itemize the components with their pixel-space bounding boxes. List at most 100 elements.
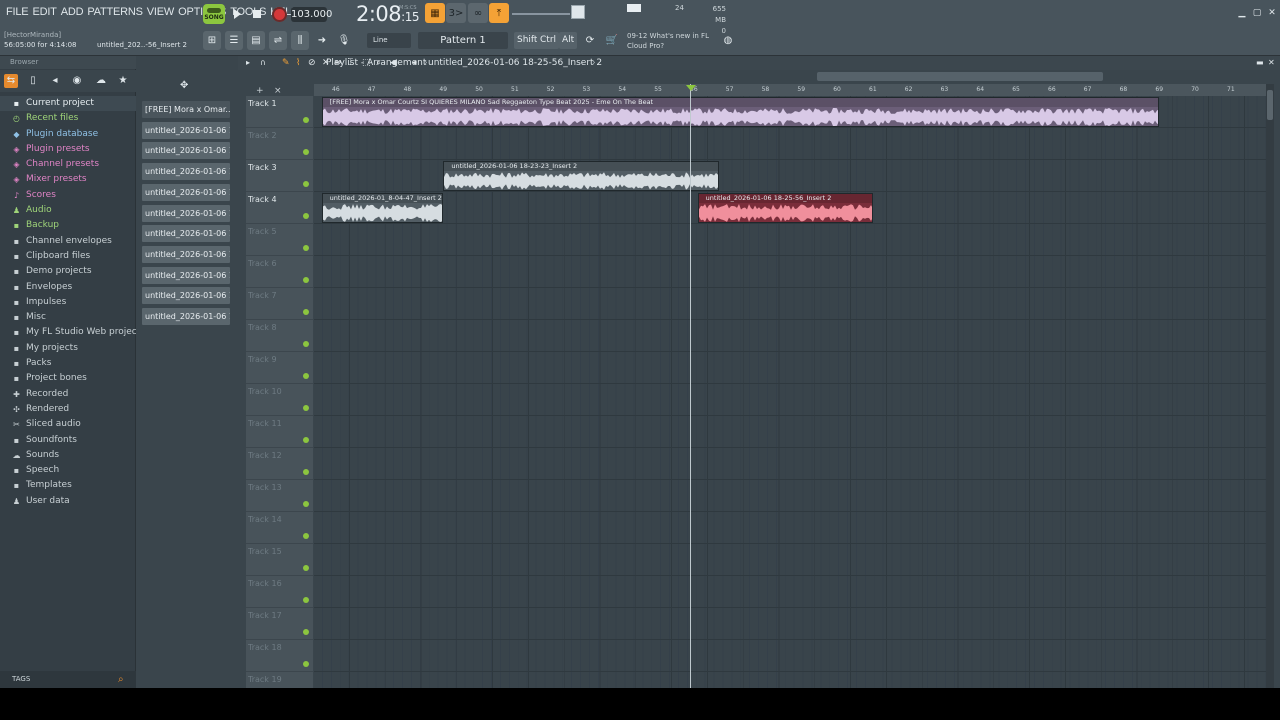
track-header[interactable]: Track 11 [246, 416, 313, 448]
track-mute-dot[interactable] [303, 597, 309, 603]
browser-item-my-projects[interactable]: ▪ My projects [0, 341, 136, 356]
track-header[interactable]: Track 2 [246, 128, 313, 160]
picker-clip-item[interactable]: untitled_2026-01-06 18-.. [142, 225, 230, 243]
browser-item-mixer-presets[interactable]: ◈ Mixer presets [0, 172, 136, 187]
track-mute-dot[interactable] [303, 277, 309, 283]
menu-view[interactable]: VIEW [145, 6, 176, 18]
browser-item-plugin-presets[interactable]: ◈ Plugin presets [0, 142, 136, 157]
picker-clip-item[interactable]: untitled_2026-01-06 17-.. [142, 121, 230, 139]
track-header[interactable]: Track 7 [246, 288, 313, 320]
pl-close-icon[interactable]: ✕ [1268, 56, 1275, 70]
browser-item-speech[interactable]: ▪ Speech [0, 463, 136, 478]
track-header[interactable]: Track 17 [246, 608, 313, 640]
menu-edit[interactable]: EDIT [30, 6, 58, 18]
master-volume-slider[interactable] [571, 5, 585, 19]
menu-file[interactable]: FILE [4, 6, 30, 18]
globe-icon[interactable]: ◍ [719, 31, 737, 50]
cart-icon[interactable]: 🛒 [603, 31, 621, 50]
browser-item-templates[interactable]: ▪ Templates [0, 478, 136, 493]
alt-key-button[interactable]: Alt [559, 32, 578, 49]
track-mute-dot[interactable] [303, 565, 309, 571]
song-mode-toggle[interactable]: SONG [203, 4, 225, 24]
track-header[interactable]: Track 1 [246, 96, 313, 128]
track-mute-dot[interactable] [303, 117, 309, 123]
track-header[interactable]: Track 18 [246, 640, 313, 672]
browser-item-my-fl-studio-web-projects[interactable]: ▪ My FL Studio Web projects [0, 325, 145, 340]
search-icon[interactable]: ⌕ [118, 671, 124, 688]
track-header[interactable]: Track 10 [246, 384, 313, 416]
pattern-select[interactable]: Pattern 1 [418, 32, 508, 49]
audio-clip[interactable]: untitled_2026-01-06 18-23-23_Insert 2 [443, 161, 720, 191]
picker-clip-item[interactable]: untitled_2026-01-06 18-.. [142, 245, 230, 263]
browser-item-current-project[interactable]: ▪ Current project [0, 96, 136, 112]
record-button[interactable] [270, 5, 288, 23]
browser-item-channel-envelopes[interactable]: ▪ Channel envelopes [0, 234, 136, 249]
audio-clip[interactable]: untitled_2026-01-06 18-25-56_Insert 2 [697, 193, 873, 223]
track-header[interactable]: Track 16 [246, 576, 313, 608]
track-mute-dot[interactable] [303, 309, 309, 315]
browser-item-sliced-audio[interactable]: ✂ Sliced audio [0, 417, 136, 432]
file-icon[interactable]: ▯ [26, 74, 40, 88]
track-mute-dot[interactable] [303, 181, 309, 187]
ctrl-key-button[interactable]: Ctrl [537, 32, 560, 49]
arrow-right-icon[interactable]: ➜ [313, 31, 331, 50]
picker-clip-item[interactable]: untitled_2026-01-06 18-.. [142, 183, 230, 201]
delete-icon[interactable]: ⊘ [308, 56, 316, 70]
browser-item-envelopes[interactable]: ▪ Envelopes [0, 280, 136, 295]
track-mute-dot[interactable] [303, 245, 309, 251]
browser-item-recorded[interactable]: ✚ Recorded [0, 387, 136, 402]
track-header[interactable]: Track 13 [246, 480, 313, 512]
picker-clip-item[interactable]: untitled_2026-01-06 18-.. [142, 266, 230, 284]
track-header[interactable]: Track 12 [246, 448, 313, 480]
minimize-icon[interactable]: ▁ [1237, 8, 1247, 18]
browser-item-rendered[interactable]: ✣ Rendered [0, 402, 136, 417]
piano-roll-icon[interactable]: ☰ [225, 31, 243, 50]
horizontal-scrollbar[interactable] [817, 72, 1103, 81]
vertical-scrollbar[interactable] [1266, 84, 1274, 688]
track-header[interactable]: Track 14 [246, 512, 313, 544]
timeline-ruler[interactable]: 46 47 48 49 50 51 52 53 54 55 56 57 58 59 60 61 62 63 64 65… [314, 84, 1266, 96]
back-icon[interactable]: ◂ [48, 74, 62, 88]
play-small-icon[interactable]: ▸ [246, 56, 250, 70]
pencil-icon[interactable]: ✎ [282, 56, 290, 70]
tempo-display[interactable]: 103.000 [291, 7, 332, 22]
browser-item-user-data[interactable]: ♟ User data [0, 494, 136, 509]
arrangement-grid[interactable]: [FREE] Mora x Omar Courtz SI QUIERES MIL… [314, 96, 1266, 688]
track-header[interactable]: Track 8 [246, 320, 313, 352]
pl-minimize-icon[interactable]: ▬ [1256, 56, 1264, 70]
step-seq-icon[interactable]: ⇌ [269, 31, 287, 50]
channel-rack-icon[interactable]: ⊞ [203, 31, 221, 50]
track-header[interactable]: Track 9 [246, 352, 313, 384]
picker-clip-item[interactable]: untitled_2026-01-06 18-.. [142, 204, 230, 222]
browser-item-plugin-database[interactable]: ◆ Plugin database [0, 127, 136, 142]
track-header[interactable]: Track 15 [246, 544, 313, 576]
track-header[interactable]: Track 4 [246, 192, 313, 224]
browser-item-impulses[interactable]: ▪ Impulses [0, 295, 136, 310]
track-mute-dot[interactable] [303, 533, 309, 539]
browser-item-misc[interactable]: ▪ Misc [0, 310, 136, 325]
picker-clip-item[interactable]: untitled_2026-01-06 17-.. [142, 142, 230, 160]
wait-input-icon[interactable]: ∞ [468, 3, 488, 23]
track-mute-dot[interactable] [303, 149, 309, 155]
track-mute-dot[interactable] [303, 501, 309, 507]
audio-clip[interactable]: [FREE] Mora x Omar Courtz SI QUIERES MIL… [321, 97, 1160, 127]
browser-item-recent-files[interactable]: ◴ Recent files [0, 111, 136, 126]
track-mute-dot[interactable] [303, 405, 309, 411]
mixer-icon[interactable]: ⫼ [291, 31, 309, 50]
refresh-icon[interactable]: ⟳ [581, 31, 599, 50]
cloud-icon[interactable]: ☁ [94, 74, 108, 88]
picker-clip-item[interactable]: untitled_2026-01-06 18-.. [142, 163, 230, 181]
playlist-icon[interactable]: ▤ [247, 31, 265, 50]
menu-patterns[interactable]: PATTERNS [85, 6, 144, 18]
close-icon[interactable]: ✕ [1267, 8, 1277, 18]
master-pitch-slider[interactable] [512, 13, 570, 15]
picker-clip-item[interactable]: [FREE] Mora x Omar.. [142, 101, 230, 118]
stop-button[interactable] [248, 5, 266, 23]
menu-add[interactable]: ADD [59, 6, 86, 18]
track-header[interactable]: Track 5 [246, 224, 313, 256]
browser-item-scores[interactable]: ♪ Scores [0, 188, 136, 203]
playhead[interactable] [690, 84, 691, 688]
track-mute-dot[interactable] [303, 213, 309, 219]
countdown-icon[interactable]: 3> [446, 3, 466, 23]
news-ticker[interactable]: 09-12 What's new in FL Cloud Pro? [627, 31, 709, 51]
